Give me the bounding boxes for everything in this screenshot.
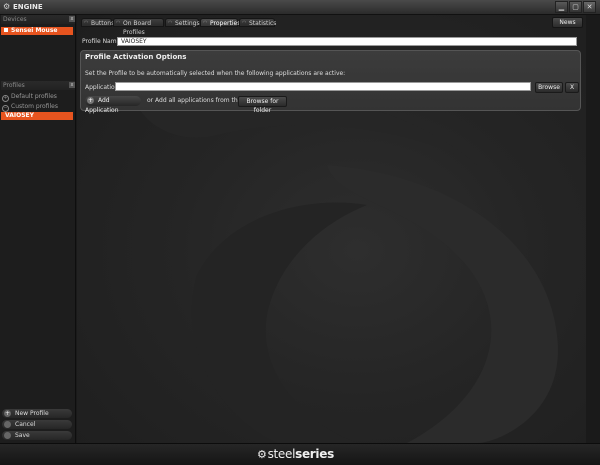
minimize-button[interactable]: ▁	[555, 1, 568, 13]
tab-icon: ◠	[203, 20, 208, 26]
close-button[interactable]: ✕	[583, 1, 596, 13]
profile-name-input[interactable]	[117, 37, 577, 46]
tab-label: Settings	[175, 20, 200, 27]
maximize-button[interactable]: ▢	[569, 1, 582, 13]
steelseries-logo: ⚙steelseries	[257, 447, 334, 462]
sidebar: Devices x Sensei Mouse Profiles x + Defau…	[0, 15, 76, 443]
tab-on-board-profiles[interactable]: ◠ On Board Profiles	[113, 18, 164, 36]
window-controls: ▁ ▢ ✕	[555, 1, 596, 13]
devices-panel-close-button[interactable]: x	[69, 16, 75, 22]
tab-buttons[interactable]: ◠ Buttons	[81, 18, 115, 27]
main-content: ◠ Buttons ◠ On Board Profiles ◠ Settings ◠ P…	[77, 15, 586, 443]
profile-item-label: VAIOSEY	[5, 112, 34, 119]
cancel-icon	[4, 421, 11, 428]
tab-properties[interactable]: ◠ Properties	[200, 18, 241, 27]
new-profile-button[interactable]: + New Profile	[2, 409, 72, 418]
browse-for-folder-button[interactable]: Browse for folder	[238, 96, 287, 114]
gear-icon: ⚙	[3, 2, 11, 11]
save-label: Save	[15, 432, 30, 439]
group-default-profiles[interactable]: + Default profiles	[2, 93, 57, 102]
devices-header-label: Devices	[3, 16, 27, 23]
remove-label: X	[569, 84, 575, 91]
save-icon	[4, 432, 11, 439]
group-label: Custom profiles	[11, 103, 58, 110]
remove-application-button[interactable]: X	[565, 82, 579, 93]
activation-description: Set the Profile to be automatically sele…	[85, 70, 346, 77]
add-application-button[interactable]: + Add Application	[85, 96, 141, 114]
devices-header: Devices x	[1, 15, 75, 24]
application-input[interactable]	[115, 82, 531, 91]
plus-icon: +	[4, 410, 11, 417]
tab-icon: ◠	[84, 20, 89, 26]
save-button[interactable]: Save	[2, 431, 72, 440]
tab-label: Buttons	[91, 20, 115, 27]
new-profile-label: New Profile	[15, 410, 49, 417]
brand-light: steel	[267, 447, 296, 461]
news-label: News	[559, 19, 576, 26]
profiles-panel-close-button[interactable]: x	[69, 82, 75, 88]
group-custom-profiles[interactable]: − Custom profiles	[2, 103, 58, 112]
mouse-icon	[4, 28, 8, 32]
minus-circle-icon: −	[2, 105, 9, 112]
plus-circle-icon: +	[2, 95, 9, 102]
cancel-label: Cancel	[15, 421, 36, 428]
tab-icon: ◠	[116, 20, 121, 26]
device-item-sensei-mouse[interactable]: Sensei Mouse	[1, 27, 73, 35]
tab-statistics[interactable]: ◠ Statistics	[239, 18, 277, 27]
profile-activation-options: Profile Activation Options Set the Profi…	[80, 50, 581, 114]
brand-bold: series	[295, 447, 334, 461]
tab-icon: ◠	[242, 20, 247, 26]
activation-title: Profile Activation Options	[85, 53, 187, 61]
news-button[interactable]: News	[552, 17, 583, 28]
window-title: ENGINE	[13, 3, 43, 11]
tab-settings[interactable]: ◠ Settings	[165, 18, 200, 27]
title-bar: ⚙ ENGINE ▁ ▢ ✕	[0, 0, 600, 15]
group-label: Default profiles	[11, 93, 57, 100]
tab-label: Statistics	[249, 20, 277, 27]
tab-icon: ◠	[168, 20, 173, 26]
cancel-button[interactable]: Cancel	[2, 420, 72, 429]
profile-item-vaiosey[interactable]: VAIOSEY	[1, 112, 73, 120]
device-item-label: Sensei Mouse	[11, 27, 58, 34]
footer: ⚙steelseries	[0, 443, 600, 465]
steelseries-logo-icon: ⚙	[257, 448, 267, 461]
profiles-header: Profiles x	[1, 81, 75, 90]
profiles-header-label: Profiles	[3, 82, 25, 89]
plus-icon: +	[87, 97, 94, 104]
browse-button[interactable]: Browse	[535, 82, 563, 93]
tab-label: Properties	[210, 20, 241, 27]
browse-label: Browse	[538, 84, 560, 91]
